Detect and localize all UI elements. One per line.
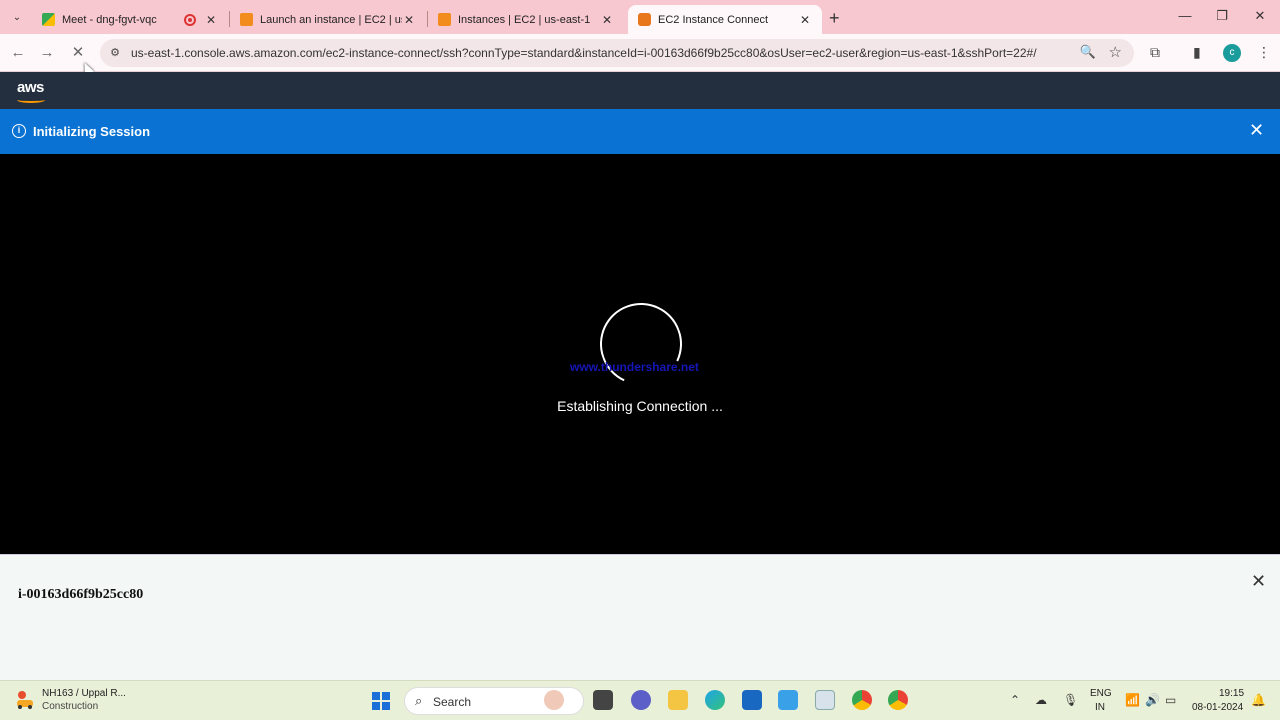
chrome-icon[interactable] — [888, 690, 908, 710]
window-close-icon[interactable]: ✕ — [1250, 8, 1270, 24]
banner-message: Initializing Session — [33, 124, 151, 139]
url-text[interactable]: us-east-1.console.aws.amazon.com/ec2-ins… — [131, 46, 1037, 60]
extensions-icon[interactable]: ⧉ — [1150, 44, 1160, 61]
language-label[interactable]: ENG — [1090, 688, 1112, 699]
onedrive-icon[interactable]: ☁ — [1035, 693, 1047, 707]
tab-title: Instances | EC2 | us-east-1 — [458, 13, 591, 26]
close-tab-icon[interactable]: ✕ — [204, 13, 218, 27]
windows-taskbar: NH163 / Uppal R... Construction ⌕ Search… — [0, 680, 1280, 720]
microphone-icon[interactable]: 🎙 — [1063, 693, 1078, 707]
windows-start-icon[interactable] — [372, 692, 390, 710]
loading-spinner-icon — [588, 291, 694, 397]
clock-date[interactable]: 08-01-2024 — [1192, 702, 1243, 713]
minimize-icon[interactable]: — — [1175, 8, 1195, 23]
bookmark-star-icon[interactable]: ☆ — [1109, 43, 1122, 61]
teams-chat-icon[interactable] — [631, 690, 651, 710]
clock-time[interactable]: 19:15 — [1219, 688, 1244, 699]
tab-ec2-instance-connect[interactable]: EC2 Instance Connect ✕ — [628, 5, 822, 34]
app-icon[interactable] — [778, 690, 798, 710]
tab-instances[interactable]: Instances | EC2 | us-east-1 ✕ — [428, 5, 624, 34]
terminal-area[interactable]: www.thundershare.net Establishing Connec… — [0, 154, 1280, 554]
instance-panel: i-00163d66f9b25cc80 ✕ — [0, 554, 1280, 680]
tab-launch-instance[interactable]: Launch an instance | EC2 | us-e ✕ — [230, 5, 426, 34]
store-icon[interactable] — [742, 690, 762, 710]
ec2-icon — [240, 13, 253, 26]
battery-icon[interactable]: ▭ — [1165, 693, 1176, 707]
profile-avatar[interactable]: c — [1223, 44, 1241, 62]
back-arrow-icon[interactable]: ← — [8, 43, 28, 63]
tab-meet[interactable]: Meet - dng-fgvt-vqc ✕ — [32, 5, 228, 34]
ec2-icon — [438, 13, 451, 26]
stop-loading-icon[interactable]: ✕ — [68, 43, 88, 63]
task-view-icon[interactable] — [593, 690, 613, 710]
tab-search-button[interactable]: ⌄ — [6, 7, 28, 27]
more-menu-icon[interactable]: ⋮ — [1257, 44, 1271, 61]
restore-icon[interactable]: ❐ — [1212, 8, 1232, 24]
wifi-icon[interactable]: 📶 — [1125, 693, 1140, 707]
site-info-icon[interactable]: ⚙ — [108, 46, 122, 60]
tab-title: EC2 Instance Connect — [658, 13, 769, 26]
ec2-instance-connect-icon — [638, 13, 651, 26]
close-tab-icon[interactable]: ✕ — [402, 13, 416, 27]
aws-logo[interactable]: aws — [17, 79, 44, 96]
notepad-icon[interactable] — [815, 690, 835, 710]
google-meet-icon — [42, 13, 55, 26]
close-tab-icon[interactable]: ✕ — [600, 13, 614, 27]
close-tab-icon[interactable]: ✕ — [798, 13, 812, 27]
region-label[interactable]: IN — [1095, 702, 1105, 713]
dismiss-banner-icon[interactable]: ✕ — [1249, 120, 1264, 141]
aws-smile-icon — [17, 97, 45, 103]
connection-status: Establishing Connection ... — [557, 398, 723, 414]
chrome-profile-icon[interactable] — [852, 690, 872, 710]
search-icon: ⌕ — [415, 693, 423, 708]
tab-title: Meet - dng-fgvt-vqc — [62, 13, 157, 26]
aws-header: aws — [0, 72, 1280, 109]
session-banner: i Initializing Session ✕ — [0, 109, 1280, 154]
weather-title[interactable]: NH163 / Uppal R... — [42, 688, 126, 699]
notification-bell-icon[interactable]: 🔔 — [1251, 693, 1266, 707]
side-panel-icon[interactable]: ▮ — [1193, 44, 1201, 61]
zoom-icon[interactable]: 🔍 — [1080, 44, 1096, 60]
info-icon: i — [12, 124, 26, 138]
search-label: Search — [433, 695, 472, 709]
new-tab-icon[interactable]: + — [829, 8, 840, 29]
tab-title: Launch an instance | EC2 | us-e — [260, 13, 402, 26]
search-highlight-icon[interactable] — [544, 690, 564, 710]
construction-alert-icon[interactable] — [14, 689, 36, 711]
forward-arrow-icon[interactable]: → — [37, 43, 57, 63]
chevron-up-icon[interactable]: ⌃ — [1010, 693, 1020, 707]
address-bar[interactable]: ⚙ us-east-1.console.aws.amazon.com/ec2-i… — [100, 39, 1134, 67]
weather-subtitle[interactable]: Construction — [42, 701, 98, 712]
edge-icon[interactable] — [705, 690, 725, 710]
recording-icon — [184, 13, 196, 26]
volume-icon[interactable]: 🔊 — [1145, 693, 1160, 707]
tab-strip: ⌄ Meet - dng-fgvt-vqc ✕ Launch an instan… — [0, 0, 1280, 34]
close-panel-icon[interactable]: ✕ — [1251, 571, 1266, 592]
instance-id: i-00163d66f9b25cc80 — [18, 587, 144, 602]
browser-toolbar: ← → ✕ ⚙ us-east-1.console.aws.amazon.com… — [0, 34, 1280, 72]
watermark-text: www.thundershare.net — [570, 360, 699, 374]
file-explorer-icon[interactable] — [668, 690, 688, 710]
